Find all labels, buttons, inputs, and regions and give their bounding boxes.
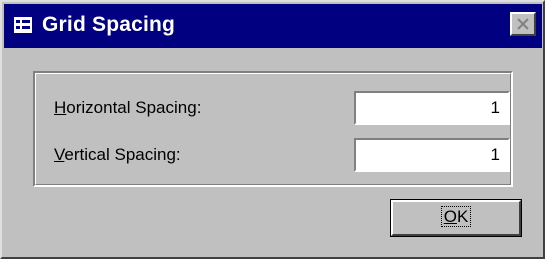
grid-spacing-dialog: Grid Spacing Horizontal Spacing: Vertica… <box>0 0 545 259</box>
horizontal-spacing-input[interactable] <box>354 91 510 125</box>
close-icon <box>517 18 529 30</box>
vertical-spacing-label: Vertical Spacing: <box>54 145 181 164</box>
title-bar[interactable]: Grid Spacing <box>4 4 542 48</box>
horizontal-spacing-label: Horizontal Spacing: <box>54 98 202 117</box>
dialog-title: Grid Spacing <box>42 13 176 36</box>
close-button[interactable] <box>510 12 536 36</box>
ok-button[interactable]: OK <box>390 199 522 237</box>
vertical-spacing-input[interactable] <box>354 138 510 172</box>
form-grid-icon <box>14 17 32 33</box>
ok-button-label: OK <box>391 206 521 227</box>
